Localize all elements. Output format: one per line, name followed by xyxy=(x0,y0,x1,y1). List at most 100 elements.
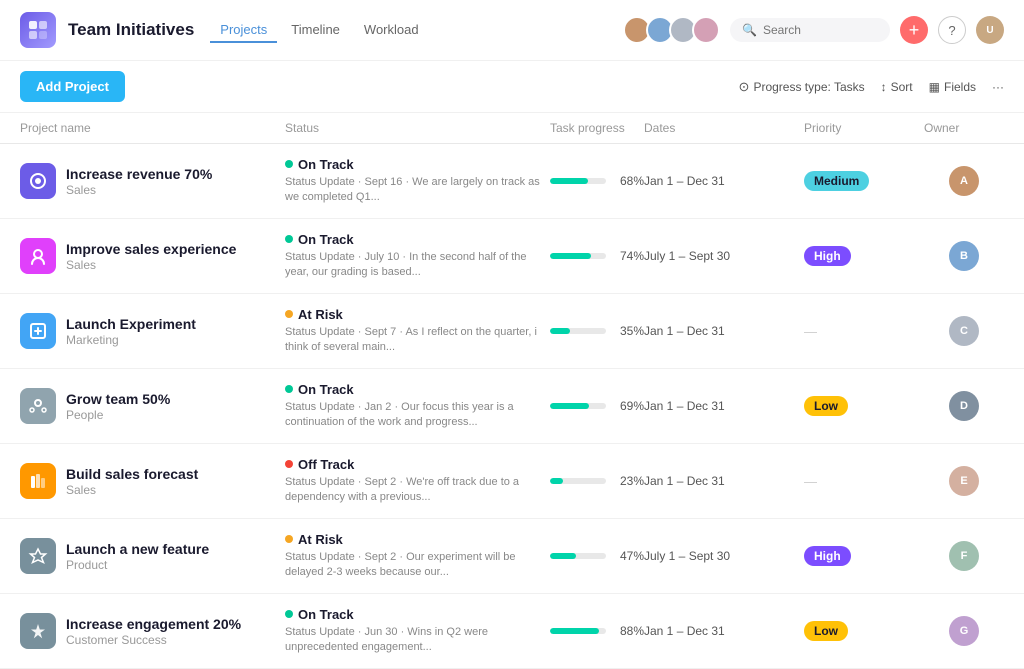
project-info: Increase revenue 70% Sales xyxy=(66,166,212,197)
priority-badge: High xyxy=(804,546,851,566)
status-cell: On Track Status Update · Jun 30 · Wins i… xyxy=(285,607,550,656)
project-cell: Improve sales experience Sales xyxy=(20,238,285,274)
project-icon xyxy=(20,238,56,274)
progress-bar-fill xyxy=(550,478,563,484)
progress-cell: 68% xyxy=(550,174,644,188)
avatar-4 xyxy=(692,16,720,44)
sort-icon: ↕ xyxy=(881,80,887,94)
status-label: On Track xyxy=(298,157,354,172)
project-icon xyxy=(20,313,56,349)
fields-label: Fields xyxy=(944,80,976,94)
tab-workload[interactable]: Workload xyxy=(354,18,429,43)
search-input[interactable] xyxy=(763,23,863,37)
search-bar[interactable]: 🔍 xyxy=(730,18,890,42)
help-button[interactable]: ? xyxy=(938,16,966,44)
table-row[interactable]: Build sales forecast Sales Off Track Sta… xyxy=(0,444,1024,519)
status-label: At Risk xyxy=(298,532,343,547)
owner-avatar: E xyxy=(949,466,979,496)
dates-cell: July 1 – Sept 30 xyxy=(644,549,804,563)
status-dot xyxy=(285,385,293,393)
status-cell: At Risk Status Update · Sept 7 · As I re… xyxy=(285,307,550,356)
more-icon: ··· xyxy=(992,80,1004,94)
project-cell: Launch a new feature Product xyxy=(20,538,285,574)
header: Team Initiatives Projects Timeline Workl… xyxy=(0,0,1024,61)
dates-cell: Jan 1 – Dec 31 xyxy=(644,324,804,338)
table-row[interactable]: Increase revenue 70% Sales On Track Stat… xyxy=(0,144,1024,219)
table-row[interactable]: Launch Experiment Marketing At Risk Stat… xyxy=(0,294,1024,369)
dates-cell: Jan 1 – Dec 31 xyxy=(644,399,804,413)
owner-cell: E xyxy=(924,466,1004,496)
status-badge: On Track xyxy=(285,607,550,622)
status-description: Status Update · Jan 2 · Our focus this y… xyxy=(285,400,550,431)
sort-control[interactable]: ↕ Sort xyxy=(881,80,913,94)
more-options-button[interactable]: ··· xyxy=(992,80,1004,94)
status-badge: At Risk xyxy=(285,307,550,322)
status-label: At Risk xyxy=(298,307,343,322)
col-task-progress: Task progress xyxy=(550,121,644,135)
owner-cell: D xyxy=(924,391,1004,421)
progress-cell: 88% xyxy=(550,624,644,638)
progress-cell: 69% xyxy=(550,399,644,413)
project-cell: Launch Experiment Marketing xyxy=(20,313,285,349)
owner-cell: G xyxy=(924,616,1004,646)
table-row[interactable]: Grow team 50% People On Track Status Upd… xyxy=(0,369,1024,444)
project-name: Launch a new feature xyxy=(66,541,209,557)
owner-cell: F xyxy=(924,541,1004,571)
status-label: On Track xyxy=(298,607,354,622)
status-description: Status Update · Sept 16 · We are largely… xyxy=(285,175,550,206)
add-button[interactable]: + xyxy=(900,16,928,44)
progress-percent: 68% xyxy=(614,174,644,188)
priority-cell: — xyxy=(804,474,924,489)
priority-cell: Medium xyxy=(804,171,924,191)
project-name: Increase revenue 70% xyxy=(66,166,212,182)
progress-percent: 74% xyxy=(614,249,644,263)
table-row[interactable]: Launch a new feature Product At Risk Sta… xyxy=(0,519,1024,594)
progress-bar-fill xyxy=(550,328,570,334)
progress-bar-fill xyxy=(550,628,599,634)
project-category: Sales xyxy=(66,183,212,197)
progress-percent: 23% xyxy=(614,474,644,488)
tab-timeline[interactable]: Timeline xyxy=(281,18,350,43)
project-category: Product xyxy=(66,558,209,572)
project-category: Customer Success xyxy=(66,633,241,647)
owner-avatar: B xyxy=(949,241,979,271)
app-title: Team Initiatives xyxy=(68,20,194,40)
progress-cell: 74% xyxy=(550,249,644,263)
col-dates: Dates xyxy=(644,121,804,135)
progress-bar-track xyxy=(550,328,606,334)
priority-badge: High xyxy=(804,246,851,266)
project-category: Marketing xyxy=(66,333,196,347)
project-name: Improve sales experience xyxy=(66,241,236,257)
table-row[interactable]: Improve sales experience Sales On Track … xyxy=(0,219,1024,294)
priority-badge: Low xyxy=(804,621,848,641)
priority-cell: High xyxy=(804,246,924,266)
progress-bar-fill xyxy=(550,553,576,559)
status-cell: On Track Status Update · July 10 · In th… xyxy=(285,232,550,281)
table-row[interactable]: Increase engagement 20% Customer Success… xyxy=(0,594,1024,669)
project-cell: Increase revenue 70% Sales xyxy=(20,163,285,199)
status-dot xyxy=(285,535,293,543)
header-right: 🔍 + ? U xyxy=(623,16,1004,44)
progress-type-control[interactable]: ⊙ Progress type: Tasks xyxy=(739,79,865,95)
project-category: Sales xyxy=(66,258,236,272)
status-dot xyxy=(285,460,293,468)
col-project-name: Project name xyxy=(20,121,285,135)
owner-cell: B xyxy=(924,241,1004,271)
status-label: On Track xyxy=(298,382,354,397)
owner-avatar: F xyxy=(949,541,979,571)
project-cell: Increase engagement 20% Customer Success xyxy=(20,613,285,649)
dates-cell: Jan 1 – Dec 31 xyxy=(644,624,804,638)
project-info: Launch Experiment Marketing xyxy=(66,316,196,347)
tab-projects[interactable]: Projects xyxy=(210,18,277,43)
progress-bar-fill xyxy=(550,253,591,259)
priority-cell: Low xyxy=(804,396,924,416)
fields-control[interactable]: ▦ Fields xyxy=(929,80,976,94)
status-dot xyxy=(285,310,293,318)
col-status: Status xyxy=(285,121,550,135)
fields-icon: ▦ xyxy=(929,80,940,94)
add-project-button[interactable]: Add Project xyxy=(20,71,125,102)
progress-type-icon: ⊙ xyxy=(739,79,750,95)
progress-bar-track xyxy=(550,253,606,259)
dates-cell: Jan 1 – Dec 31 xyxy=(644,474,804,488)
progress-cell: 23% xyxy=(550,474,644,488)
